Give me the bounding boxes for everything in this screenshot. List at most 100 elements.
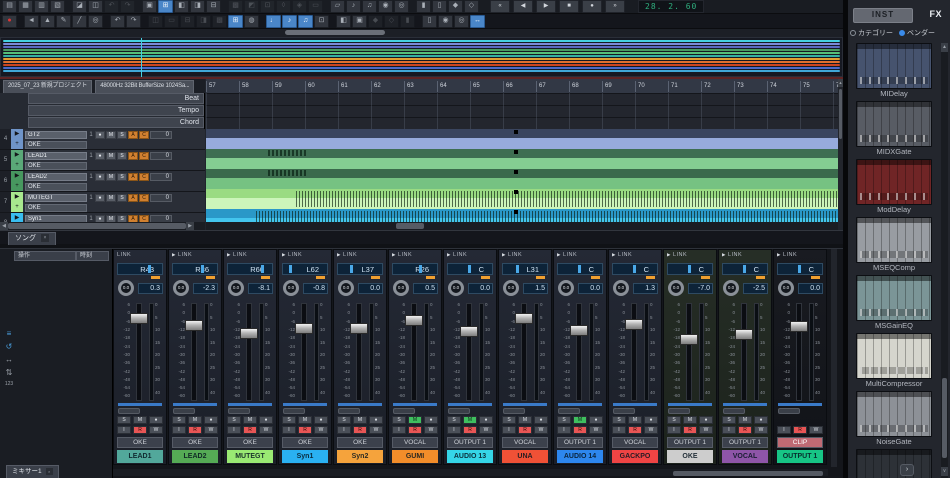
synth-rack-icon[interactable]: ♪ (346, 0, 361, 13)
link-header[interactable]: ▶LINK (609, 250, 661, 262)
plugin-item[interactable]: MIDelay (850, 43, 938, 99)
fader-track[interactable] (631, 303, 637, 401)
interleave-button[interactable] (668, 408, 690, 414)
solo-button[interactable]: S (502, 416, 516, 424)
inst-tab[interactable]: INST (853, 8, 913, 23)
input-echo-button[interactable]: I (117, 426, 131, 434)
plugin-manager-icon[interactable]: ◉ (378, 0, 393, 13)
output-bus-label[interactable]: VOCAL (612, 437, 658, 448)
mute-button[interactable]: M (133, 416, 147, 424)
track-value[interactable]: 0 (150, 173, 172, 181)
modules-icon[interactable]: ≡ (7, 329, 12, 338)
track-row[interactable]: 4▶+GT21●MSAC0OKE (0, 129, 205, 150)
track-value[interactable]: 0 (150, 194, 172, 202)
input-echo-button[interactable]: I (557, 426, 571, 434)
piano-roll-icon[interactable]: ◧ (174, 0, 189, 13)
channel-strip[interactable]: ▶LINKC0.0-2.560-6-12-18-24-30-36-42-48-5… (718, 249, 772, 465)
automation-write-button[interactable]: C (139, 194, 149, 202)
mute-button[interactable]: M (628, 416, 642, 424)
history-operation-header[interactable]: 操作 (14, 251, 76, 261)
arm-button[interactable]: ● (754, 416, 768, 424)
solo-button[interactable]: S (172, 416, 186, 424)
channel-strip[interactable]: ▶LINKC0.01.360-6-12-18-24-30-36-42-48-54… (608, 249, 662, 465)
fader-track[interactable] (576, 303, 582, 401)
fader-cap[interactable] (735, 329, 753, 340)
channel-name[interactable]: Syn1 (282, 450, 328, 463)
clip-handle[interactable] (514, 130, 518, 134)
gain-knob[interactable]: 0.0 (118, 280, 134, 296)
add-take-icon[interactable]: + (11, 181, 23, 191)
channel-name[interactable]: OUTPUT 1 (777, 450, 823, 463)
input-echo-button[interactable]: I (227, 426, 241, 434)
solo-button[interactable]: S (117, 416, 131, 424)
console-view-icon[interactable]: ⊞ (158, 0, 173, 13)
media-icon[interactable]: ♫ (362, 0, 377, 13)
link-header[interactable]: ▶LINK (279, 250, 331, 262)
arm-button[interactable]: ● (259, 416, 273, 424)
input-echo-button[interactable]: I (612, 426, 626, 434)
fader-cap[interactable] (405, 315, 423, 326)
fx-tab[interactable]: FX (929, 9, 942, 19)
gain-knob[interactable]: 0.0 (393, 280, 409, 296)
track-name[interactable]: Syn1 (25, 215, 87, 222)
interleave-button[interactable] (393, 408, 415, 414)
track-list-hscrollbar[interactable]: ◀ ▶ (0, 222, 205, 230)
close-icon[interactable]: × (46, 468, 53, 475)
input-echo-button[interactable]: I (447, 426, 461, 434)
plugin-item[interactable]: MSGainEQ (850, 275, 938, 331)
read-automation-button[interactable]: R (243, 426, 257, 434)
write-automation-button[interactable]: W (369, 426, 383, 434)
fader-cap[interactable] (240, 328, 258, 339)
channel-strip[interactable]: ▶LINKL620.0-0.860-6-12-18-24-30-36-42-48… (278, 249, 332, 465)
snap-mode-icon[interactable]: ◍ (244, 15, 259, 28)
timeline-area[interactable]: 5758596061626364656667686970717273747576 (206, 79, 838, 222)
beat-row[interactable]: Beat (28, 93, 204, 104)
marker-tool-icon[interactable]: ▮ (400, 15, 415, 28)
go-to-end-button[interactable]: » (605, 0, 625, 13)
dotted-note-icon[interactable]: ♫ (298, 15, 313, 28)
group-icon[interactable]: ◆ (448, 0, 463, 13)
link-header[interactable]: ▶LINK (169, 250, 221, 262)
link-header[interactable]: ▶LINK (664, 250, 716, 262)
gain-knob[interactable]: 0.0 (338, 280, 354, 296)
arm-button[interactable]: ● (644, 416, 658, 424)
mixer-vscrollbar[interactable] (831, 249, 837, 467)
automation-write-button[interactable]: C (139, 152, 149, 160)
pan-slider[interactable]: C (557, 263, 603, 275)
browser-icon[interactable]: ▱ (330, 0, 345, 13)
input-echo-button[interactable]: I (282, 426, 296, 434)
snap-toggle-icon[interactable]: ⊞ (228, 15, 243, 28)
solo-button[interactable]: S (722, 416, 736, 424)
expand-arrow-icon[interactable]: ▶ (11, 213, 23, 222)
expand-arrow-icon[interactable]: ▶ (11, 129, 23, 139)
export-audio-icon[interactable]: ◫ (88, 0, 103, 13)
mute-button[interactable]: M (106, 194, 116, 202)
output-bus-label[interactable]: OUTPUT 1 (722, 437, 768, 448)
solo-button[interactable]: S (117, 215, 127, 222)
narrow-strips-icon[interactable]: ↔ (5, 355, 13, 364)
read-automation-button[interactable]: R (408, 426, 422, 434)
scrub-tool-icon[interactable]: ◫ (148, 15, 163, 28)
clip-row[interactable] (206, 209, 838, 222)
new-project-icon[interactable]: ▤ (2, 0, 17, 13)
gain-value[interactable]: 0.3 (138, 283, 163, 294)
plugin-item[interactable]: MIDXGate (850, 101, 938, 157)
read-automation-button[interactable]: R (628, 426, 642, 434)
mixer-view-tab[interactable]: ミキサー1× (6, 465, 59, 478)
erase-tool-icon[interactable]: ▩ (212, 15, 227, 28)
write-automation-button[interactable]: W (259, 426, 273, 434)
read-automation-button[interactable]: R (353, 426, 367, 434)
chord-row[interactable]: Chord (28, 117, 204, 128)
draw-tool-icon[interactable]: ✎ (56, 15, 71, 28)
interleave-button[interactable] (338, 408, 360, 414)
clip-row[interactable] (206, 149, 838, 169)
open-project-icon[interactable]: ▦ (18, 0, 33, 13)
fader-track[interactable] (191, 303, 197, 401)
pan-slider[interactable]: R36 (172, 263, 218, 275)
channel-strip[interactable]: ▶LINKL310.01.560-6-12-18-24-30-36-42-48-… (498, 249, 552, 465)
split-tool-icon[interactable]: ⊟ (180, 15, 195, 28)
output-bus-label[interactable]: VOCAL (502, 437, 548, 448)
mute-button[interactable]: M (738, 416, 752, 424)
track-row[interactable]: 6▶+LEAD21●MSAC0OKE (0, 171, 205, 192)
output-bus-label[interactable]: VOCAL (392, 437, 438, 448)
